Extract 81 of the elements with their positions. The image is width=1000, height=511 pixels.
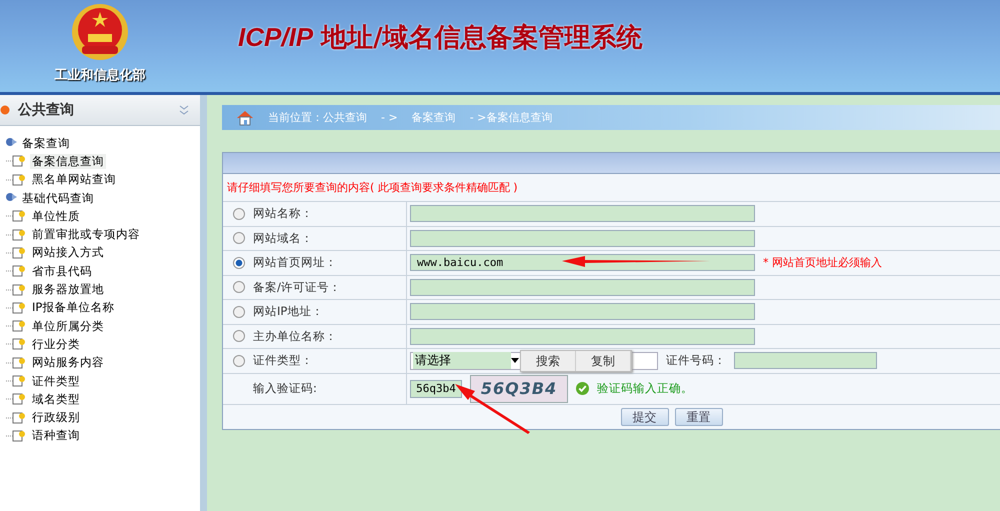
document-icon [6,210,26,222]
captcha-status: 验证码输入正确。 [597,381,693,396]
radio-button[interactable] [233,306,245,318]
document-icon [6,412,26,424]
tree-group[interactable]: 备案查询 [22,134,70,152]
document-icon [6,338,26,350]
breadcrumb-current: 当前位置：公共查询 [268,110,367,125]
input-field[interactable] [410,205,755,222]
document-icon [6,393,26,406]
title-latin: ICP/IP [238,22,314,52]
tree-item[interactable]: 前置审批或专项内容 [30,227,142,242]
tree-item[interactable]: 域名类型 [30,392,82,407]
bullet-icon [0,105,10,115]
field-label: 网站域名： [253,230,313,246]
dropdown[interactable]: 请选择 [410,352,522,370]
tree-item[interactable]: IP报备单位名称 [30,300,116,316]
radio-button[interactable] [233,330,245,342]
document-icon [6,246,26,259]
tree-group[interactable]: 基础代码查询 [22,188,94,208]
input-field[interactable]: www.baicu.com [410,254,755,272]
document-icon [6,356,26,369]
folder-node-icon [6,137,18,148]
document-icon [6,430,26,442]
document-icon [6,228,26,241]
tree-item[interactable]: 单位性质 [30,208,82,224]
tree-item[interactable]: 省市县代码 [30,264,94,279]
field-label: 证件号码： [666,353,726,368]
captcha-image: 56Q3B4 [470,374,568,402]
radio-button[interactable] [233,281,245,294]
document-icon [6,375,26,387]
radio-button[interactable] [233,354,245,367]
system-title: 地址/域名信息备案管理系统 [321,22,643,54]
tree-item[interactable]: 语种查询 [30,428,82,444]
radio-button[interactable] [233,232,245,244]
field-label: 网站IP地址： [253,304,324,320]
document-icon [6,284,26,296]
input-field[interactable] [734,352,877,370]
field-label: 主办单位名称： [253,328,337,344]
tree-item[interactable]: 单位所属分类 [30,318,106,334]
document-icon [6,320,26,332]
ministry-name: 工业和信息化部 [54,66,146,84]
input-field[interactable] [410,303,755,320]
tree-item[interactable]: 服务器放置地 [30,282,106,298]
folder-node-icon [6,192,18,202]
tree-item[interactable]: 证件类型 [30,374,82,388]
input-field[interactable] [410,230,755,247]
tree-item[interactable]: 行业分类 [30,336,82,352]
home-icon[interactable] [236,110,254,126]
field-label: 证件类型： [253,353,313,368]
document-icon [6,155,26,168]
input-field[interactable] [410,278,755,296]
sidebar-header[interactable]: 公共查询 [0,95,200,126]
field-label: 网站名称： [253,206,313,222]
breadcrumb-part: - > [381,111,398,124]
tree-item[interactable]: 行政级别 [30,410,82,426]
required-hint: * 网站首页地址必须输入 [763,255,882,270]
tree-item[interactable]: 网站服务内容 [30,355,106,370]
check-icon [576,382,589,395]
field-label: 备案/许可证号： [253,280,341,295]
sidebar-title: 公共查询 [18,101,74,119]
reset-button[interactable]: 重置 [674,408,722,426]
captcha-input[interactable]: 56q3b4 [410,380,462,398]
radio-button[interactable] [233,256,245,269]
tree-item[interactable]: 网站接入方式 [30,245,106,260]
radio-button[interactable] [233,208,245,220]
document-icon [6,302,26,314]
menu-item[interactable]: 搜索 [521,351,576,371]
input-field[interactable] [410,328,755,345]
breadcrumb-part: - >备案信息查询 [470,110,552,125]
document-icon [6,265,26,278]
document-icon [6,174,26,186]
menu-item[interactable]: 复制 [576,351,631,371]
tree-item[interactable]: 黑名单网站查询 [30,172,118,188]
field-label: 网站首页网址： [253,255,337,270]
field-label: 输入验证码: [253,381,317,396]
tree-item[interactable]: 备案信息查询 [30,154,106,169]
query-note: 请仔细填写您所要查询的内容( 此项查询要求条件精确匹配 ) [223,174,1000,202]
submit-button[interactable]: 提交 [620,408,668,426]
breadcrumb-part: 备案查询 [412,110,456,125]
dropdown-caret-icon [511,358,519,364]
collapse-chevron-icon[interactable] [178,104,190,116]
